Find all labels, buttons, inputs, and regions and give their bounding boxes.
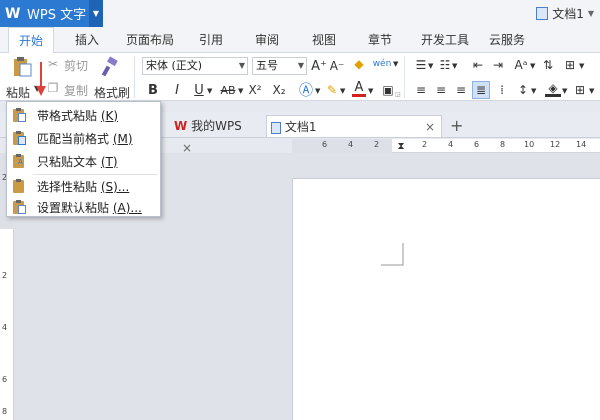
indent-marker-icon[interactable]: ⧗ [396,139,406,153]
menu-item-label: 选择性粘贴 [37,179,98,194]
menu-item-shortcut: (K) [100,108,119,123]
tab-document1[interactable]: 文档1 × [266,115,442,137]
menu-item-label: 带格式粘贴 [37,108,98,123]
annotation-arrowhead [36,86,46,96]
ruler-tick: 4 [348,140,354,149]
ruler-tick: 14 [576,140,587,149]
menu-item-shortcut: (M) [112,131,133,146]
document-page[interactable] [292,178,600,420]
menu-item-paste-special[interactable]: ? 选择性粘贴 (S)... [7,175,160,197]
ruler-tick: 12 [550,140,561,149]
menu-item-label: 设置默认粘贴 [37,200,110,215]
paste-dropdown-menu: 带格式粘贴 (K) 匹配当前格式 (M) A 只粘贴文本 (T) ? 选择性粘贴… [6,101,161,217]
tab-document1-label: 文档1 [284,120,317,134]
margin-corner-mark [381,243,404,266]
menu-item-shortcut: (S)... [100,179,130,194]
tab-my-wps[interactable]: W 我的WPS × [170,115,260,155]
menu-item-paste-keep-format[interactable]: 带格式粘贴 (K) [7,104,160,126]
wps-logo-icon: W [174,119,188,133]
ruler-tick: 4 [448,140,454,149]
ruler-tick: 10 [524,140,535,149]
menu-item-label: 匹配当前格式 [37,131,110,146]
ruler-tick: 4 [2,323,8,332]
ruler-tick: 2 [2,271,8,280]
tab-my-wps-label: 我的WPS [191,119,242,133]
ruler-tick: 2 [374,140,380,149]
ruler-tick: 6 [2,375,8,384]
paste-match-format-icon [13,131,27,145]
menu-item-paste-text-only[interactable]: A 只粘贴文本 (T) [7,150,160,172]
ruler-tick: 2 [422,140,428,149]
horizontal-ruler[interactable]: 6 4 2 ⧗ 2 4 6 8 10 12 14 [292,139,600,153]
document-icon [271,121,281,134]
new-tab-plus-icon[interactable]: + [446,115,466,137]
menu-item-match-format[interactable]: 匹配当前格式 (M) [7,127,160,149]
ruler-tick: 8 [2,407,8,416]
close-icon[interactable]: × [425,116,435,138]
ruler-tick: 6 [322,140,328,149]
set-default-paste-icon [13,200,27,214]
paste-special-icon: ? [13,179,27,193]
menu-item-shortcut: (T) [100,154,118,169]
ruler-tick: 6 [474,140,480,149]
paste-keep-format-icon [13,108,27,122]
menu-item-set-default-paste[interactable]: 设置默认粘贴 (A)... [7,196,160,218]
menu-item-shortcut: (A)... [112,200,142,215]
ruler-tick: 8 [500,140,506,149]
menu-item-label: 只粘贴文本 [37,154,98,169]
paste-text-only-icon: A [13,154,27,168]
